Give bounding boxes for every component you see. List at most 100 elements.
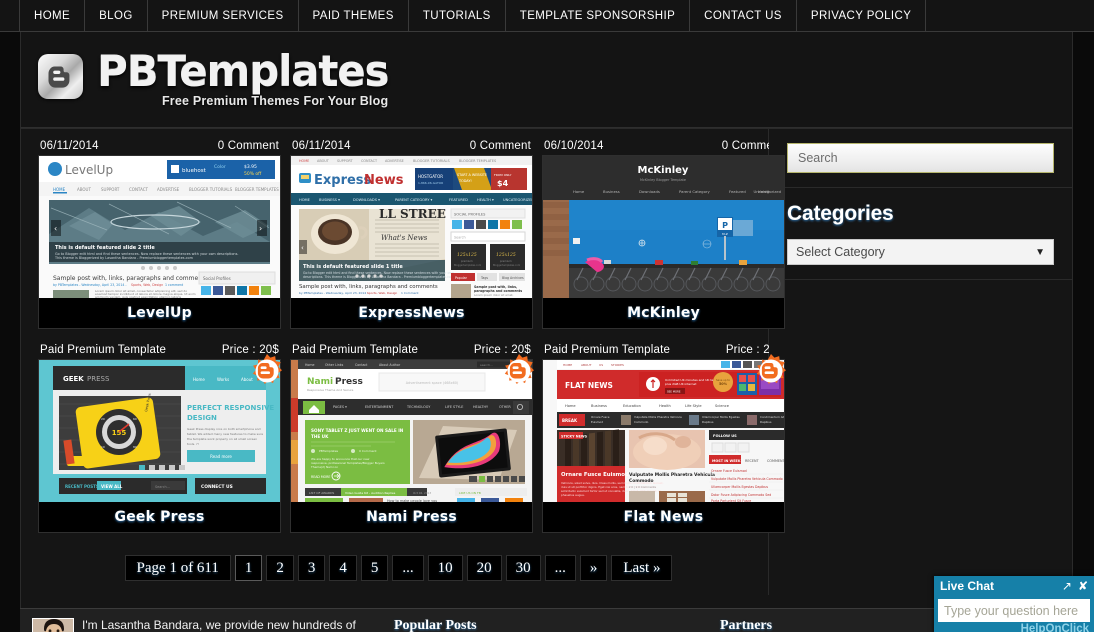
svg-text:›: › — [259, 224, 262, 233]
svg-text:by PBTemplates - Wednesday, Ap: by PBTemplates - Wednesday, April 23, 20… — [53, 283, 127, 287]
svg-text:bluehost: bluehost — [182, 168, 207, 174]
svg-text:How to make people love you: How to make people love you — [387, 499, 437, 502]
svg-text:Oct 02, 2013: Oct 02, 2013 — [413, 491, 431, 495]
svg-text:FROM ONLY: FROM ONLY — [494, 173, 512, 177]
post-title[interactable]: ExpressNews — [291, 298, 532, 328]
svg-text:CONTACT: CONTACT — [129, 187, 149, 192]
post-card: 06/11/2014 0 Comment LevelUp bluehost Co… — [38, 139, 281, 329]
pagination-page-1[interactable]: 1 — [234, 555, 263, 581]
svg-text:M-Z: M-Z — [722, 232, 728, 236]
post-thumbnail-frame[interactable]: McKinley McKinley Blogger Template Home B… — [542, 155, 785, 329]
svg-text:Vulputate Mollis Pharetra Vehi: Vulputate Mollis Pharetra Vehicula — [629, 472, 715, 478]
search-input[interactable] — [787, 143, 1054, 173]
pagination-page-3[interactable]: 3 — [297, 555, 326, 581]
site-logo[interactable]: PBTemplates Free Premium Themes For Your… — [38, 48, 389, 108]
post-title[interactable]: Nami Press — [291, 502, 532, 532]
svg-text:Works: Works — [217, 377, 229, 382]
svg-text:1-866-96-GATOR: 1-866-96-GATOR — [418, 181, 443, 185]
footer-popular-title: Popular Posts — [394, 618, 477, 632]
svg-text:Video Guide Kit - Audition Rep: Video Guide Kit - Audition Replies — [345, 491, 396, 495]
pagination-last[interactable]: Last » — [611, 555, 673, 581]
svg-text:60: 60 — [133, 417, 137, 421]
svg-text:$4: $4 — [497, 179, 509, 188]
nav-item-tutorials[interactable]: TUTORIALS — [409, 0, 506, 31]
search-widget — [769, 129, 1072, 188]
svg-text:50%: 50% — [719, 382, 728, 386]
category-select[interactable]: Select Category ▼ — [787, 239, 1054, 265]
svg-text:Life Style: Life Style — [685, 404, 702, 408]
svg-text:HOSTGATOR: HOSTGATOR — [418, 174, 443, 179]
svg-text:80: 80 — [133, 445, 137, 449]
post-meta: Paid Premium Template Price : 20$ — [290, 343, 533, 359]
svg-text:This is default featured slide: This is default featured slide 1 title — [303, 264, 403, 270]
svg-text:LL STREE: LL STREE — [379, 207, 446, 221]
post-thumbnail-frame[interactable]: Home Other Links Contact About Author searc… — [290, 354, 534, 533]
pagination-page-2[interactable]: 2 — [266, 555, 294, 581]
post-date: 06/10/2014 — [544, 140, 604, 152]
post-meta: 06/10/2014 0 Comment — [542, 139, 785, 155]
svg-text:Science: Science — [715, 404, 730, 408]
categories-title: Categories — [787, 202, 894, 225]
svg-text:125x125: 125x125 — [496, 252, 516, 258]
pagination-next[interactable]: » — [579, 555, 608, 581]
svg-text:OTHER: OTHER — [499, 405, 511, 409]
svg-text:ADVERTISE: ADVERTISE — [157, 187, 180, 192]
post-row: 06/11/2014 0 Comment LevelUp bluehost Co… — [29, 139, 785, 343]
post-comment-count[interactable]: 0 Comment — [218, 140, 279, 152]
pagination-page-5[interactable]: 5 — [360, 555, 389, 581]
nav-item-blog[interactable]: BLOG — [85, 0, 148, 31]
pagination-page-20[interactable]: 20 — [466, 555, 502, 581]
geekpress-preview-image: GEEK PRESS Home Works About 155 20 60 10… — [39, 360, 280, 502]
svg-text:HOME: HOME — [563, 363, 572, 367]
post-title[interactable]: LevelUp — [39, 298, 280, 328]
svg-text:Condimentum Ad: Condimentum Ad — [760, 415, 784, 419]
nav-item-contact-us[interactable]: CONTACT US — [690, 0, 797, 31]
svg-text:Sports, Web, Design: Sports, Web, Design — [131, 283, 163, 287]
pagination-page-30[interactable]: 30 — [505, 555, 541, 581]
nav-item-privacy-policy[interactable]: PRIVACY POLICY — [797, 0, 927, 31]
popout-icon[interactable]: ↗ — [1062, 580, 1072, 592]
svg-text:About Author: About Author — [379, 363, 401, 367]
post-thumbnail-frame[interactable]: HOMEABOUTUSSTORIES Search FLAT NEWS — [542, 354, 786, 533]
post-title[interactable]: Flat News — [543, 502, 784, 532]
post-thumbnail-frame[interactable]: LevelUp bluehost Color $3.95 50% off HOM… — [38, 155, 281, 329]
svg-text:Home: Home — [573, 189, 585, 194]
svg-text:US: US — [599, 363, 603, 367]
svg-text:This theme is Bloggerized by L: This theme is Bloggerized by Lasantha Ba… — [54, 256, 194, 260]
pagination-page-10[interactable]: 10 — [427, 555, 463, 581]
svg-text:Sample post with, links, parag: Sample post with, links, paragraphs and … — [299, 284, 438, 290]
svg-text:premium: premium — [461, 259, 473, 263]
nav-item-premium-services[interactable]: PREMIUM SERVICES — [148, 0, 299, 31]
post-thumbnail-frame[interactable]: HOME ABOUT SUPPORT CONTACT ADVERTISE BLOGGER… — [290, 155, 533, 329]
post-title[interactable]: McKinley — [543, 298, 784, 328]
svg-text:ABOUT: ABOUT — [581, 363, 592, 367]
post-meta: 06/11/2014 0 Comment — [290, 139, 533, 155]
post-title[interactable]: Geek Press — [39, 502, 280, 532]
mckinley-preview-image: McKinley McKinley Blogger Template Home B… — [543, 156, 784, 298]
post-thumbnail-frame[interactable]: GEEK PRESS Home Works About 155 20 60 10… — [38, 354, 282, 533]
live-chat-input[interactable] — [938, 599, 1090, 622]
svg-text:BREAK: BREAK — [562, 418, 578, 423]
close-icon[interactable]: ✘ — [1078, 580, 1088, 592]
main-content: 06/11/2014 0 Comment LevelUp bluehost Co… — [21, 129, 786, 595]
svg-text:HEALTHY: HEALTHY — [473, 405, 489, 409]
svg-text:SUPPORT: SUPPORT — [337, 159, 354, 163]
svg-text:COMMENTS: COMMENTS — [767, 459, 784, 463]
pagination-page-4[interactable]: 4 — [329, 555, 357, 581]
svg-text:BLOGGER TUTORIALS: BLOGGER TUTORIALS — [189, 187, 233, 192]
svg-text:McKinley: McKinley — [638, 165, 689, 176]
svg-text:Color: Color — [214, 164, 226, 170]
svg-text:RECENT POSTS: RECENT POSTS — [65, 484, 99, 489]
post-comment-count[interactable]: 0 Comment — [470, 140, 531, 152]
live-chat-header: Live Chat ↗ ✘ — [934, 576, 1094, 596]
svg-text:PRESS: PRESS — [87, 375, 110, 383]
live-chat-widget: Live Chat ↗ ✘ HelpOnClick — [934, 576, 1094, 632]
svg-text:DOWNLOADS ▾: DOWNLOADS ▾ — [353, 198, 380, 202]
svg-text:HOME: HOME — [299, 198, 311, 202]
nav-item-template-sponsorship[interactable]: TEMPLATE SPONSORSHIP — [506, 0, 691, 31]
svg-text:Business: Business — [591, 404, 607, 408]
nav-item-paid-themes[interactable]: PAID THEMES — [299, 0, 409, 31]
nav-item-home[interactable]: HOME — [20, 0, 86, 31]
svg-text:BLOGGER TEMPLATES: BLOGGER TEMPLATES — [235, 187, 279, 192]
svg-text:Business: Business — [603, 189, 620, 194]
